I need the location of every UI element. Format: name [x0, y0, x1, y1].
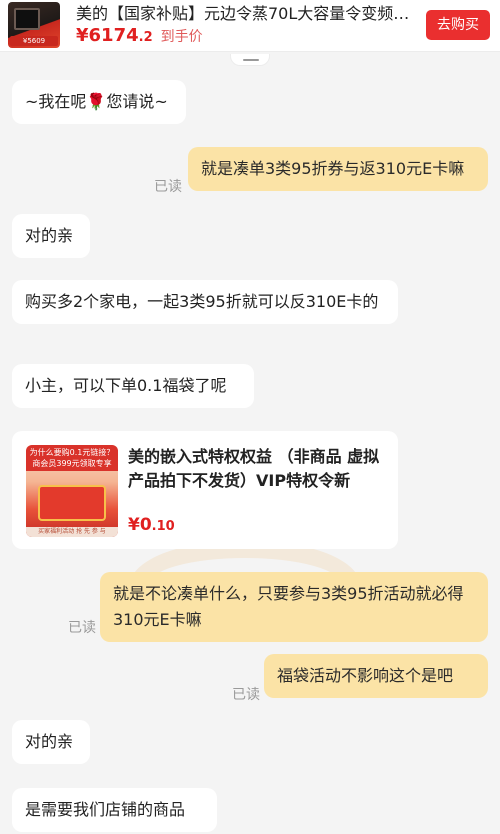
message-text: 对的亲	[25, 732, 74, 751]
price-decimal: .2	[138, 30, 153, 45]
message-bubble-right[interactable]: 福袋活动不影响这个是吧	[264, 654, 488, 698]
collapse-handle-icon[interactable]	[230, 54, 270, 66]
price-main: ¥6174	[76, 25, 139, 46]
card-image-foot: 买家福利活动 抢 先 参 与	[26, 527, 118, 537]
read-receipt: 已读	[68, 620, 96, 636]
product-bar[interactable]: ¥5609 美的【国家补贴】元边令蒸70L大容量令变频… ¥6174.2 到手价…	[0, 0, 500, 52]
price-note: 到手价	[160, 29, 203, 45]
message-text: ~我在呢🌹您请说~	[25, 92, 168, 111]
card-image-banner: 为什么要购0.1元链接？ 商会员399元领取专享	[26, 445, 118, 471]
message-bubble-right[interactable]: 就是不论凑单什么，只要参与3类95折活动就必得310元E卡嘛	[100, 572, 488, 642]
gift-box-icon	[38, 485, 106, 521]
message-bubble-left[interactable]: 购买多2个家电，一起3类95折就可以反310E卡的	[12, 280, 398, 324]
read-receipt: 已读	[232, 687, 260, 703]
card-price: ¥0.10	[128, 515, 175, 535]
message-text: 福袋活动不影响这个是吧	[277, 666, 454, 685]
buy-button[interactable]: 去购买	[426, 10, 490, 40]
message-bubble-left[interactable]: 小主，可以下单0.1福袋了呢	[12, 364, 254, 408]
message-bubble-left[interactable]: 对的亲	[12, 214, 90, 258]
thumb-price-tag: ¥5609	[10, 36, 58, 46]
message-text: 就是凑单3类95折券与返310元E卡嘛	[201, 159, 465, 178]
message-text: 就是不论凑单什么，只要参与3类95折活动就必得310元E卡嘛	[113, 584, 464, 629]
product-thumbnail[interactable]: ¥5609	[8, 2, 60, 48]
product-price: ¥6174.2	[76, 25, 153, 46]
message-text: 小主，可以下单0.1福袋了呢	[25, 376, 227, 395]
message-text: 是需要我们店铺的商品	[25, 800, 186, 819]
read-receipt: 已读	[154, 179, 182, 195]
card-price-main: ¥0	[128, 515, 152, 535]
price-row: ¥6174.2 到手价	[76, 25, 203, 47]
card-price-decimal: .10	[151, 519, 175, 534]
message-bubble-right[interactable]: 就是凑单3类95折券与返310元E卡嘛	[188, 147, 488, 191]
card-product-image[interactable]: 为什么要购0.1元链接？ 商会员399元领取专享 买家福利活动 抢 先 参 与	[26, 445, 118, 537]
message-text: 购买多2个家电，一起3类95折就可以反310E卡的	[25, 292, 379, 311]
message-bubble-left[interactable]: ~我在呢🌹您请说~	[12, 80, 186, 124]
card-title[interactable]: 美的嵌入式特权权益 （非商品 虚拟产品拍下不发货）VIP特权令新	[128, 445, 388, 493]
message-bubble-left[interactable]: 是需要我们店铺的商品	[12, 788, 217, 832]
product-title[interactable]: 美的【国家补贴】元边令蒸70L大容量令变频…	[76, 4, 422, 24]
message-text: 对的亲	[25, 226, 74, 245]
message-bubble-left[interactable]: 对的亲	[12, 720, 90, 764]
thumb-oven-door	[14, 8, 40, 30]
product-card-message[interactable]: 为什么要购0.1元链接？ 商会员399元领取专享 买家福利活动 抢 先 参 与 …	[12, 431, 398, 549]
